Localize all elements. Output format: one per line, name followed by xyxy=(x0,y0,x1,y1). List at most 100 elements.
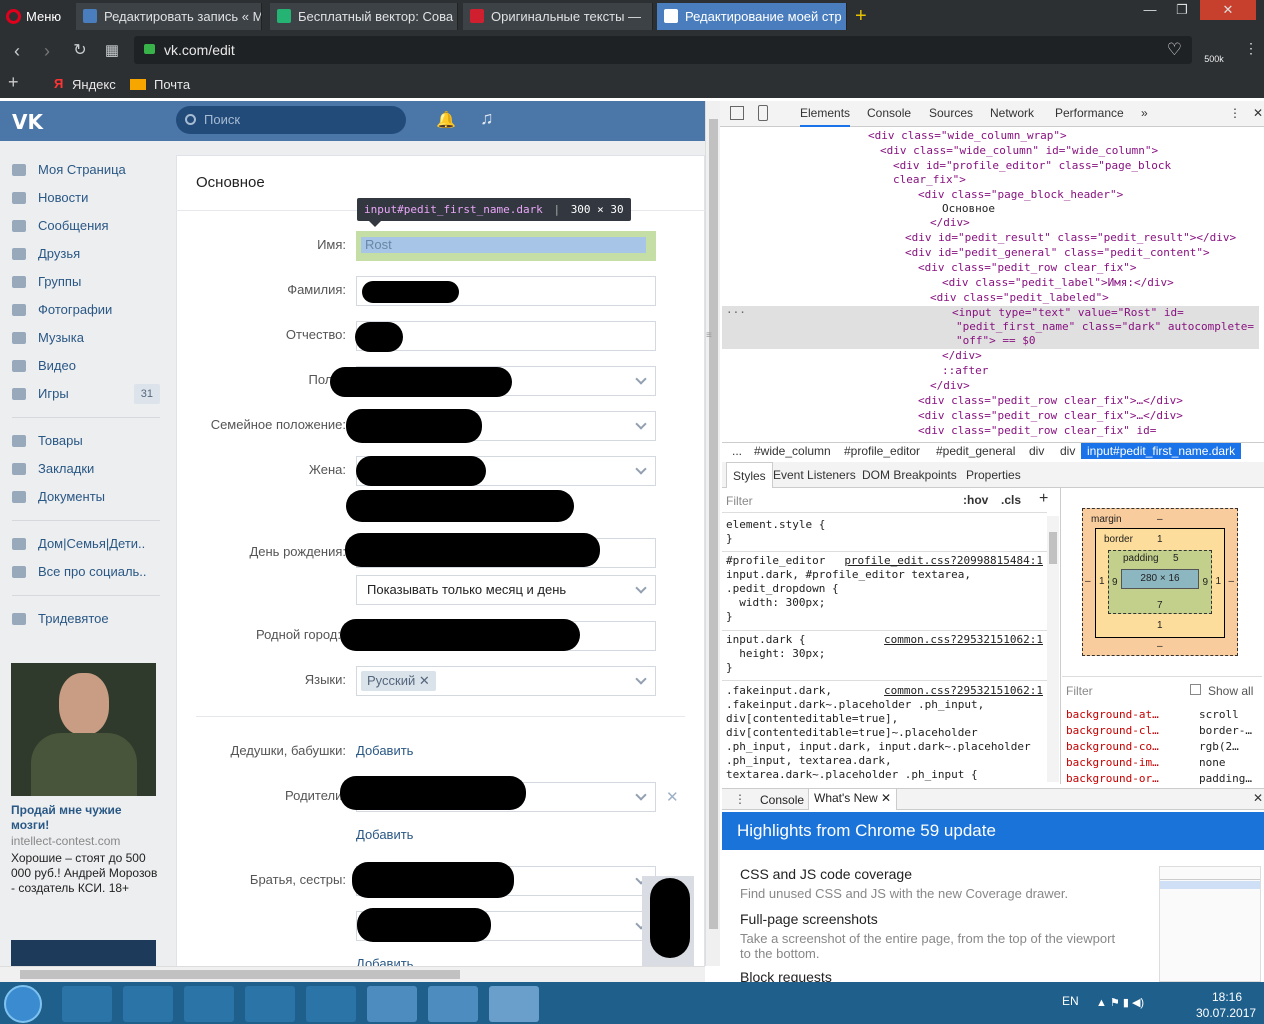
music-icon[interactable]: ♫ xyxy=(480,108,494,129)
birthday-visibility-dropdown[interactable]: Показывать только месяц и день xyxy=(356,575,656,605)
tab-performance[interactable]: Performance xyxy=(1055,101,1124,127)
computed-prop[interactable]: background-cl… xyxy=(1066,723,1159,738)
language-chip[interactable]: Русский ✕ xyxy=(361,671,436,691)
device-toolbar-icon[interactable] xyxy=(758,105,768,121)
sibling-avatar[interactable] xyxy=(642,876,694,966)
ad-domain[interactable]: intellect-contest.com xyxy=(11,834,120,848)
browser-tab-active[interactable]: Редактирование моей стр xyxy=(657,3,847,30)
rule-source-link[interactable]: common.css?29532151062:1 xyxy=(884,684,1043,698)
dom-line[interactable]: <div class="pedit_row clear_fix"> xyxy=(918,260,1137,275)
more-tabs-icon[interactable]: » xyxy=(1141,101,1148,127)
tab-properties[interactable]: Properties xyxy=(966,462,1021,488)
dom-line[interactable]: </div> xyxy=(930,378,970,393)
sidebar-item-video[interactable]: Видео xyxy=(10,352,160,380)
restore-icon[interactable]: ❐ xyxy=(1166,0,1198,20)
opera-menu-button[interactable]: Меню xyxy=(0,3,72,30)
breadcrumb-item[interactable]: div xyxy=(1029,443,1044,459)
dom-line[interactable]: <div class="pedit_row clear_fix">…</div> xyxy=(918,408,1183,423)
horizontal-scrollbar[interactable] xyxy=(0,966,705,982)
computed-prop[interactable]: background-at… xyxy=(1066,707,1159,722)
dom-line[interactable]: <div class="wide_column_wrap"> xyxy=(868,128,1067,143)
forward-icon[interactable]: › xyxy=(35,39,59,63)
sidebar-item-community-2[interactable]: Все про социаль.. xyxy=(10,558,160,586)
opera-icon[interactable] xyxy=(489,986,539,1022)
chip-close-icon[interactable]: ✕ xyxy=(419,673,430,688)
hov-toggle[interactable]: :hov xyxy=(963,493,988,507)
dom-line[interactable]: <div class="wide_column" id="wide_column… xyxy=(880,143,1158,158)
first-name-input[interactable]: Rost xyxy=(356,231,656,261)
computed-prop[interactable]: background-co… xyxy=(1066,739,1159,754)
tray-icons[interactable]: ▲ ⚑ ▮ ◀) xyxy=(1096,996,1144,1009)
browser-tab[interactable]: Редактировать запись « M xyxy=(76,3,262,30)
start-button-icon[interactable] xyxy=(4,985,42,1023)
sidebar-item-app[interactable]: Тридевятое xyxy=(10,605,160,633)
sidebar-item-community-1[interactable]: Дом|Семья|Дети.. xyxy=(10,530,160,558)
sidebar-item-music[interactable]: Музыка xyxy=(10,324,160,352)
dom-line[interactable]: <div class="pedit_row clear_fix" id= xyxy=(918,423,1156,438)
add-bookmark-icon[interactable]: + xyxy=(8,72,19,93)
breadcrumb-item[interactable]: ... xyxy=(732,443,742,459)
chrome-icon[interactable] xyxy=(367,986,417,1022)
bell-icon[interactable]: 🔔 xyxy=(436,110,456,129)
close-tab-icon[interactable]: ✕ xyxy=(881,791,891,805)
bookmark-mail[interactable]: Почта xyxy=(154,77,190,92)
tab-styles[interactable]: Styles xyxy=(726,462,773,488)
clock-date[interactable]: 30.07.2017 xyxy=(1196,1006,1256,1020)
sidebar-item-my-page[interactable]: Моя Страница xyxy=(10,156,160,184)
drawer-tab-console[interactable]: Console xyxy=(760,793,804,807)
css-rule[interactable]: .fakeinput.dark, .fakeinput.dark~.placeh… xyxy=(726,684,1046,782)
rules-scrollbar[interactable] xyxy=(1047,516,1059,782)
styles-filter-input[interactable]: Filter xyxy=(726,494,753,508)
add-parent-link[interactable]: Добавить xyxy=(356,827,413,842)
dom-line[interactable]: <div id="pedit_general" class="pedit_con… xyxy=(905,245,1210,260)
scrollbar-thumb[interactable] xyxy=(20,970,460,979)
computed-prop[interactable]: background-im… xyxy=(1066,755,1159,770)
new-tab-button[interactable]: + xyxy=(855,5,867,28)
show-all-checkbox[interactable] xyxy=(1190,684,1201,695)
sidebar-item-groups[interactable]: Группы xyxy=(10,268,160,296)
breadcrumb-item[interactable]: #wide_column xyxy=(754,443,831,459)
ad-title[interactable]: Продай мне чужие мозги! xyxy=(11,803,156,833)
menu-kebab-icon[interactable]: ⋮ xyxy=(1244,40,1258,57)
breadcrumb-item-active[interactable]: input#pedit_first_name.dark xyxy=(1081,443,1242,459)
devtools-close-icon[interactable]: ✕ xyxy=(1253,101,1263,127)
dom-ellipsis[interactable]: ··· xyxy=(726,305,746,320)
clock-time[interactable]: 18:16 xyxy=(1212,990,1242,1004)
skype-icon[interactable] xyxy=(428,986,478,1022)
sidebar-item-bookmarks[interactable]: Закладки xyxy=(10,455,160,483)
splitter-handle-icon[interactable]: ≡ xyxy=(706,330,712,341)
languages-input[interactable]: Русский ✕ xyxy=(356,666,656,696)
browser-tab[interactable]: Бесплатный вектор: Сова xyxy=(270,3,458,30)
drawer-close-icon[interactable]: ✕ xyxy=(1253,791,1263,805)
dom-line[interactable]: </div> xyxy=(942,348,982,363)
back-icon[interactable]: ‹ xyxy=(5,39,29,63)
vlc-icon[interactable] xyxy=(245,986,295,1022)
sidebar-item-games[interactable]: Игры 31 xyxy=(10,380,160,408)
computed-prop[interactable]: background-or… xyxy=(1066,771,1159,786)
paint-icon[interactable] xyxy=(123,986,173,1022)
dom-line[interactable]: <div class="pedit_row clear_fix">…</div> xyxy=(918,393,1183,408)
breadcrumb-item[interactable]: div xyxy=(1060,443,1075,459)
dom-line-selected[interactable]: "pedit_first_name" class="dark" autocomp… xyxy=(956,319,1254,334)
cls-toggle[interactable]: .cls xyxy=(1001,493,1021,507)
drawer-menu-icon[interactable]: ⋮ xyxy=(734,792,746,806)
add-grandparent-link[interactable]: Добавить xyxy=(356,743,413,758)
dom-line[interactable]: <div class="pedit_label">Имя:</div> xyxy=(942,275,1174,290)
inspect-element-icon[interactable] xyxy=(730,106,744,120)
minimize-icon[interactable]: — xyxy=(1134,0,1166,20)
sidebar-item-friends[interactable]: Друзья xyxy=(10,240,160,268)
vertical-scrollbar[interactable] xyxy=(705,101,720,966)
close-window-icon[interactable]: ✕ xyxy=(1200,0,1256,20)
rule-source-link[interactable]: profile_edit.css?20998815484:1 xyxy=(844,554,1043,568)
tab-dom-breakpoints[interactable]: DOM Breakpoints xyxy=(862,462,957,488)
badge[interactable]: 500k xyxy=(1200,40,1228,66)
breadcrumb-item[interactable]: #profile_editor xyxy=(844,443,920,459)
tab-event-listeners[interactable]: Event Listeners xyxy=(773,462,856,488)
sidebar-item-goods[interactable]: Товары xyxy=(10,427,160,455)
speed-dial-icon[interactable]: ▦ xyxy=(100,39,124,63)
url-field[interactable]: vk.com/edit ♡ xyxy=(134,36,1192,64)
reload-icon[interactable]: ↻ xyxy=(68,39,92,63)
dom-line-selected[interactable]: <input type="text" value="Rost" id= xyxy=(952,305,1184,320)
css-rule[interactable]: element.style { } xyxy=(726,518,1046,546)
dom-line[interactable]: <div class="pedit_labeled"> xyxy=(930,290,1109,305)
